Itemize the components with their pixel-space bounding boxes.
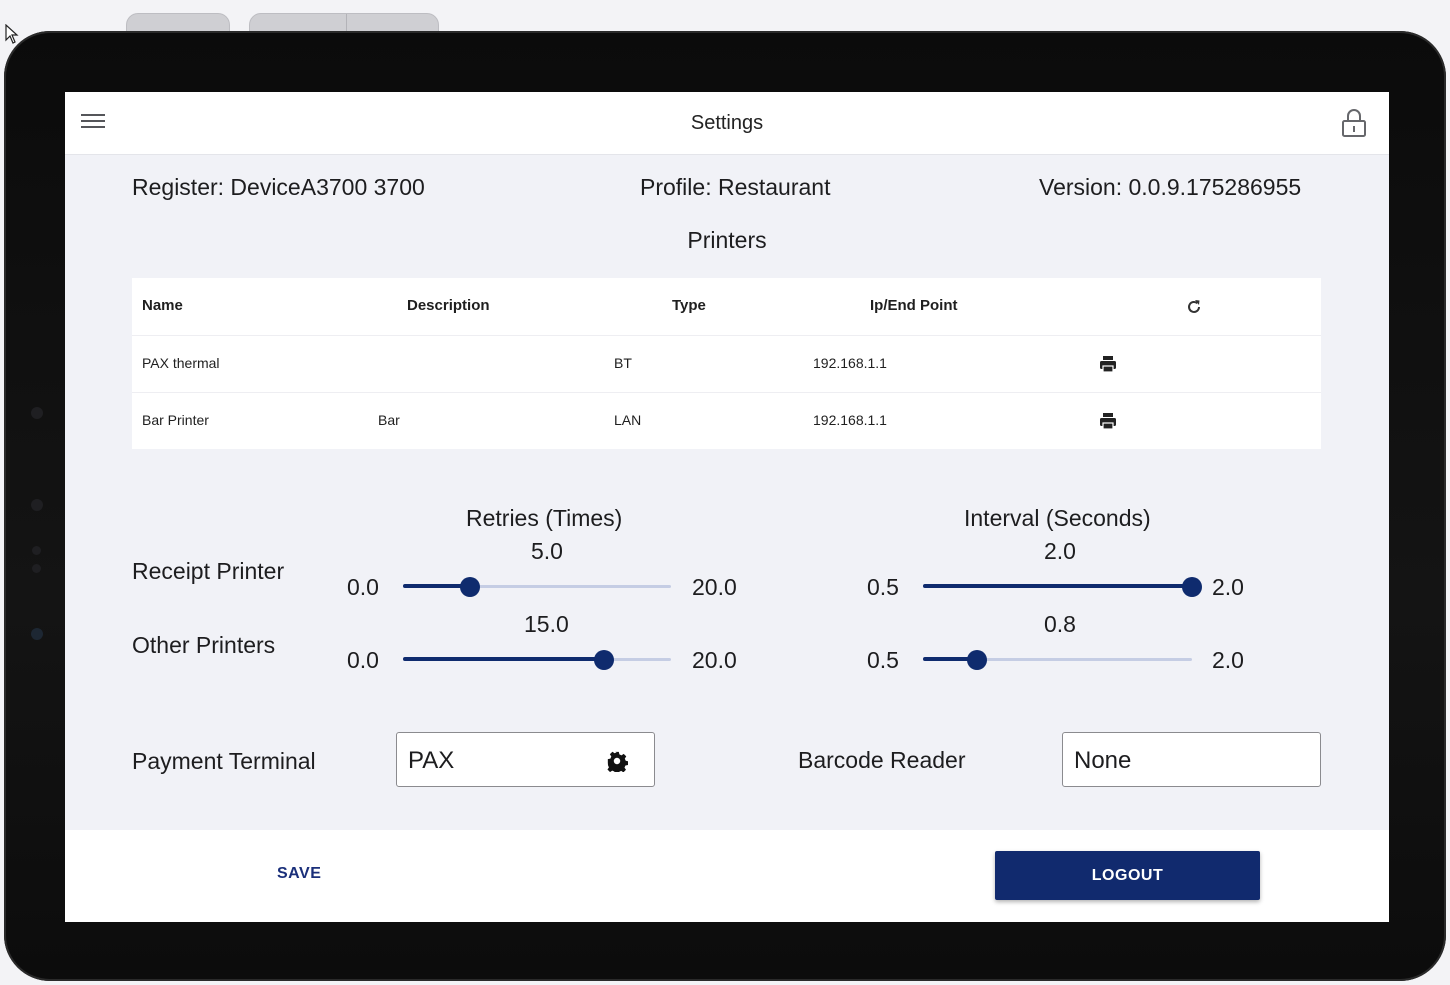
other-printers-label: Other Printers (132, 632, 276, 658)
barcode-reader-field[interactable]: None (1062, 732, 1321, 787)
retries-other-min: 0.0 (347, 647, 379, 673)
table-row[interactable]: PAX thermal BT 192.168.1.1 (132, 335, 1321, 393)
logout-button[interactable]: LOGOUT (995, 851, 1260, 900)
slider-thumb[interactable] (1182, 577, 1202, 597)
printer-name: PAX thermal (142, 355, 220, 371)
interval-receipt-max: 2.0 (1212, 574, 1244, 600)
printer-ip: 192.168.1.1 (813, 412, 887, 428)
interval-other-max: 2.0 (1212, 647, 1244, 673)
slider-thumb[interactable] (966, 650, 987, 670)
interval-other-slider[interactable] (923, 650, 1192, 670)
print-icon[interactable] (1098, 411, 1118, 431)
table-header: Name Description Type Ip/End Point (132, 278, 1321, 336)
retries-receipt-value: 5.0 (531, 538, 563, 564)
interval-other-min: 0.5 (867, 647, 899, 673)
profile-info: Profile: Restaurant (640, 174, 831, 200)
printers-table: Name Description Type Ip/End Point PAX t… (132, 278, 1321, 449)
tablet-sensor (32, 564, 41, 573)
column-header-ip: Ip/End Point (870, 297, 958, 314)
slider-thumb[interactable] (460, 577, 480, 597)
printer-type: LAN (614, 412, 642, 428)
retries-other-value: 15.0 (524, 611, 569, 637)
barcode-reader-value: None (1074, 747, 1132, 774)
barcode-reader-label: Barcode Reader (798, 747, 966, 773)
print-icon[interactable] (1098, 354, 1118, 374)
slider-thumb[interactable] (594, 650, 614, 670)
retries-other-max: 20.0 (692, 647, 737, 673)
footer-bar: SAVE LOGOUT (65, 830, 1389, 922)
payment-terminal-label: Payment Terminal (132, 748, 316, 774)
printer-name: Bar Printer (142, 412, 209, 428)
printer-description: Bar (378, 412, 400, 428)
payment-terminal-field[interactable]: PAX (396, 732, 655, 787)
printer-ip: 192.168.1.1 (813, 355, 887, 371)
printers-title: Printers (687, 227, 767, 253)
mouse-cursor-icon (5, 24, 19, 44)
interval-receipt-min: 0.5 (867, 574, 899, 600)
column-header-description: Description (407, 297, 490, 314)
tablet-sensor (31, 407, 43, 419)
page-title: Settings (690, 112, 764, 134)
register-info: Register: DeviceA3700 3700 (132, 174, 425, 200)
tablet-sensor (32, 546, 41, 555)
interval-title: Interval (Seconds) (964, 505, 1151, 531)
retries-receipt-min: 0.0 (347, 574, 379, 600)
interval-receipt-slider[interactable] (923, 577, 1202, 597)
printer-type: BT (614, 355, 632, 371)
slider-fill (403, 657, 604, 661)
version-info: Version: 0.0.9.175286955 (1039, 174, 1302, 200)
tablet-sensor (31, 499, 43, 511)
table-row[interactable]: Bar Printer Bar LAN 192.168.1.1 (132, 392, 1321, 449)
retries-other-slider[interactable] (403, 650, 671, 670)
app-bar: Settings (65, 92, 1389, 155)
column-header-type: Type (672, 297, 706, 314)
gear-icon[interactable] (606, 750, 628, 772)
tablet-camera (31, 628, 43, 640)
interval-other-value: 0.8 (1044, 611, 1076, 637)
receipt-printer-label: Receipt Printer (132, 558, 285, 584)
column-header-name: Name (142, 297, 183, 314)
save-button[interactable]: SAVE (277, 865, 321, 883)
retries-title: Retries (Times) (466, 505, 623, 531)
slider-fill (923, 584, 1192, 588)
refresh-icon[interactable] (1185, 298, 1203, 316)
lock-icon[interactable] (1341, 108, 1367, 138)
interval-receipt-value: 2.0 (1044, 538, 1076, 564)
retries-receipt-max: 20.0 (692, 574, 737, 600)
payment-terminal-value: PAX (408, 747, 455, 774)
app-screen: Settings Register: DeviceA3700 3700 Prof… (65, 92, 1389, 922)
retries-receipt-slider[interactable] (403, 577, 671, 597)
